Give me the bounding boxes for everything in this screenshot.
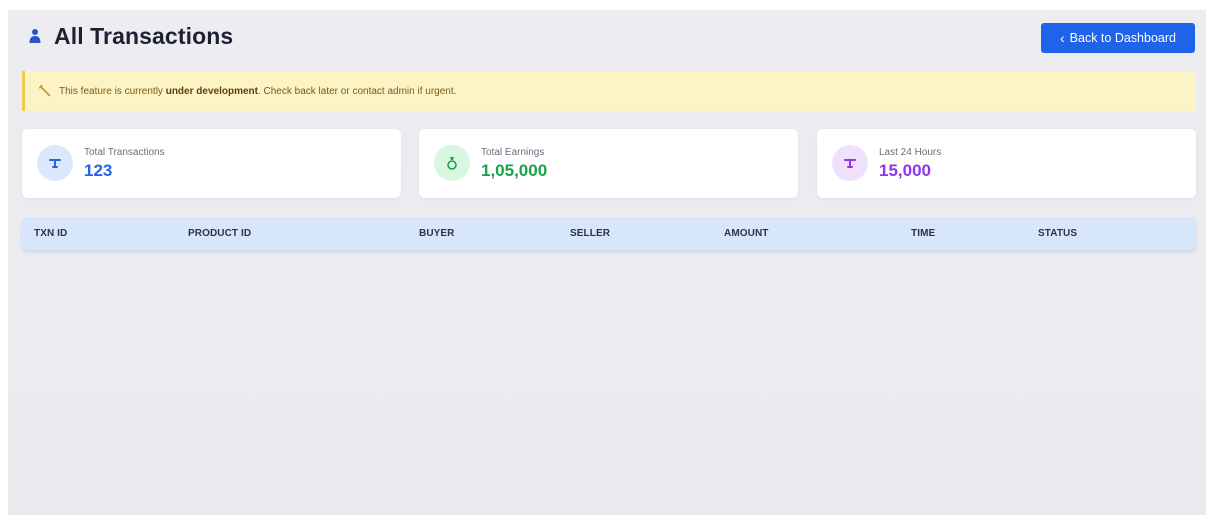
column-header-time[interactable]: TIME	[911, 228, 935, 239]
user-icon	[29, 29, 41, 43]
stat-card-total-earnings: Total Earnings 1,05,000	[419, 129, 798, 198]
scale-icon	[832, 145, 868, 181]
stat-value: 15,000	[879, 161, 931, 180]
stat-card-total-transactions: Total Transactions 123	[22, 129, 401, 198]
transactions-table-header: TXN ID PRODUCT ID BUYER SELLER AMOUNT TI…	[22, 217, 1196, 250]
column-header-buyer[interactable]: BUYER	[419, 228, 455, 239]
column-header-status[interactable]: STATUS	[1038, 228, 1077, 239]
stat-value: 123	[84, 161, 113, 180]
stat-label: Last 24 Hours	[879, 147, 942, 158]
development-alert: This feature is currently under developm…	[22, 71, 1196, 111]
stat-value: 1,05,000	[481, 161, 548, 180]
page-title: All Transactions	[54, 23, 234, 49]
chevron-left-icon: ‹	[1060, 30, 1065, 46]
scale-icon	[37, 145, 73, 181]
page-container: All Transactions ‹ Back to Dashboard Thi…	[8, 10, 1206, 515]
column-header-txn-id[interactable]: TXN ID	[34, 228, 67, 239]
alert-emphasis: under development	[165, 85, 258, 97]
stat-label: Total Transactions	[84, 147, 165, 158]
column-header-amount[interactable]: AMOUNT	[724, 228, 768, 239]
back-to-dashboard-button[interactable]: ‹ Back to Dashboard	[1041, 23, 1195, 53]
column-header-product-id[interactable]: PRODUCT ID	[188, 228, 251, 239]
tools-icon	[39, 85, 51, 97]
stat-card-last-24-hours: Last 24 Hours 15,000	[817, 129, 1196, 198]
stat-label: Total Earnings	[481, 147, 545, 158]
money-bag-icon	[434, 145, 470, 181]
back-button-label: Back to Dashboard	[1069, 31, 1176, 45]
page-header: All Transactions ‹ Back to Dashboard	[8, 10, 1206, 70]
column-header-seller[interactable]: SELLER	[570, 228, 610, 239]
alert-text: This feature is currently under developm…	[59, 85, 457, 97]
